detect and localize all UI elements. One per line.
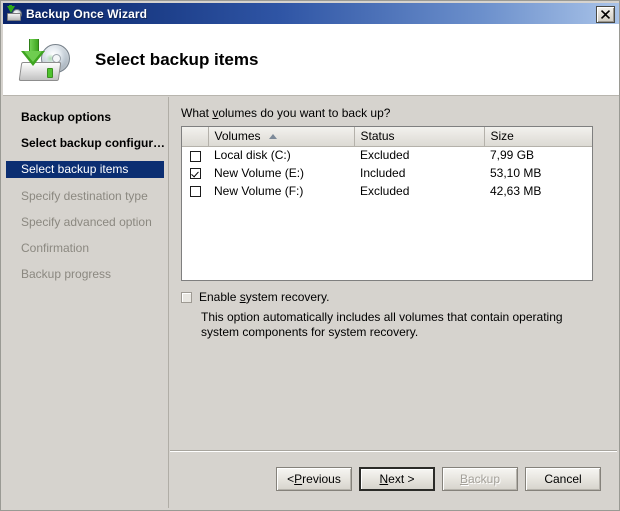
cancel-button[interactable]: Cancel	[525, 467, 601, 491]
volume-checkbox[interactable]	[189, 150, 201, 162]
enable-system-recovery-checkbox[interactable]	[181, 291, 192, 303]
row-checkbox-cell	[182, 146, 208, 164]
wizard-button-bar: < Previous Next > Backup Cancel	[276, 467, 601, 491]
page-title: Select backup items	[95, 49, 259, 69]
volumes-table-container: Volumes Status Size Local disk (C:) Excl…	[181, 126, 593, 281]
next-button-accelerator: N	[379, 472, 389, 486]
volume-size-cell: 7,99 GB	[490, 148, 535, 163]
cancel-button-label: Cancel	[544, 472, 582, 486]
previous-button-pre: <	[287, 472, 295, 486]
sysrec-label-pre: Enable	[199, 290, 240, 304]
previous-button[interactable]: < Previous	[276, 467, 352, 491]
backup-button: Backup	[442, 467, 518, 491]
volume-status-cell: Excluded	[360, 184, 410, 198]
column-header-checkbox[interactable]	[182, 127, 209, 147]
table-row[interactable]: New Volume (E:) Included 53,10 MB	[182, 164, 592, 182]
backup-drive-disc-icon	[16, 37, 72, 83]
wizard-content-panel: What volumes do you want to back up? Vol…	[170, 97, 617, 508]
table-header-row: Volumes Status Size	[182, 127, 592, 147]
volume-size-cell: 42,63 MB	[490, 184, 542, 198]
wizard-header: Select backup items	[3, 24, 619, 96]
next-button-post: ext >	[388, 472, 415, 486]
table-row[interactable]: New Volume (F:) Excluded 42,63 MB	[182, 182, 592, 200]
sidebar-item-backup-options[interactable]: Backup options	[3, 109, 168, 125]
backup-disk-icon	[6, 4, 22, 22]
close-icon[interactable]	[596, 6, 615, 23]
row-checkbox-cell	[182, 182, 208, 200]
table-row[interactable]: Local disk (C:) Excluded 7,99 GB	[182, 146, 592, 164]
column-header-status[interactable]: Status	[354, 127, 485, 147]
column-header-volumes-label: Volumes	[214, 129, 261, 144]
sysrec-label-post: ystem recovery.	[245, 290, 330, 304]
column-header-size[interactable]: Size	[484, 127, 592, 147]
sort-ascending-icon	[268, 133, 277, 139]
backup-button-accelerator: B	[459, 472, 468, 486]
question-text-pre: What	[181, 106, 213, 120]
previous-button-post: revious	[302, 472, 341, 486]
enable-system-recovery-row[interactable]: Enable system recovery.	[181, 290, 330, 304]
sidebar-item-select-backup-configuration[interactable]: Select backup configur…	[3, 135, 168, 151]
backup-once-wizard-window: Backup Once Wizard Select backup items B…	[0, 0, 620, 511]
sidebar-item-specify-advanced-option: Specify advanced option	[21, 215, 152, 229]
sidebar-item-select-backup-items[interactable]: Select backup items	[6, 161, 164, 178]
footer-divider	[170, 450, 617, 452]
wizard-step-sidebar: Backup options Select backup configur… S…	[3, 97, 169, 508]
row-checkbox-cell	[182, 164, 208, 182]
system-recovery-description: This option automatically includes all v…	[201, 310, 563, 339]
volume-name-cell: New Volume (E:)	[214, 166, 305, 180]
volume-checkbox[interactable]	[189, 168, 201, 180]
volume-checkbox[interactable]	[189, 186, 201, 198]
volume-status-cell: Included	[360, 166, 406, 180]
question-label: What volumes do you want to back up?	[181, 106, 390, 120]
column-header-volumes[interactable]: Volumes	[208, 127, 355, 147]
sidebar-item-confirmation: Confirmation	[21, 241, 90, 255]
sidebar-item-backup-progress: Backup progress	[21, 267, 112, 281]
title-bar: Backup Once Wizard	[3, 3, 619, 24]
window-title: Backup Once Wizard	[26, 6, 148, 21]
next-button[interactable]: Next >	[359, 467, 435, 491]
question-text-post: olumes do you want to back up?	[218, 106, 391, 120]
enable-system-recovery-label: Enable system recovery.	[199, 290, 330, 304]
volume-name-cell: Local disk (C:)	[214, 148, 291, 163]
volumes-table: Volumes Status Size Local disk (C:) Excl…	[182, 127, 592, 200]
sidebar-item-specify-destination-type: Specify destination type	[21, 189, 148, 203]
backup-button-post: ackup	[467, 472, 501, 486]
volume-size-cell: 53,10 MB	[490, 166, 542, 180]
previous-button-accelerator: P	[294, 472, 303, 486]
volume-status-cell: Excluded	[360, 148, 410, 163]
volume-name-cell: New Volume (F:)	[214, 184, 304, 198]
